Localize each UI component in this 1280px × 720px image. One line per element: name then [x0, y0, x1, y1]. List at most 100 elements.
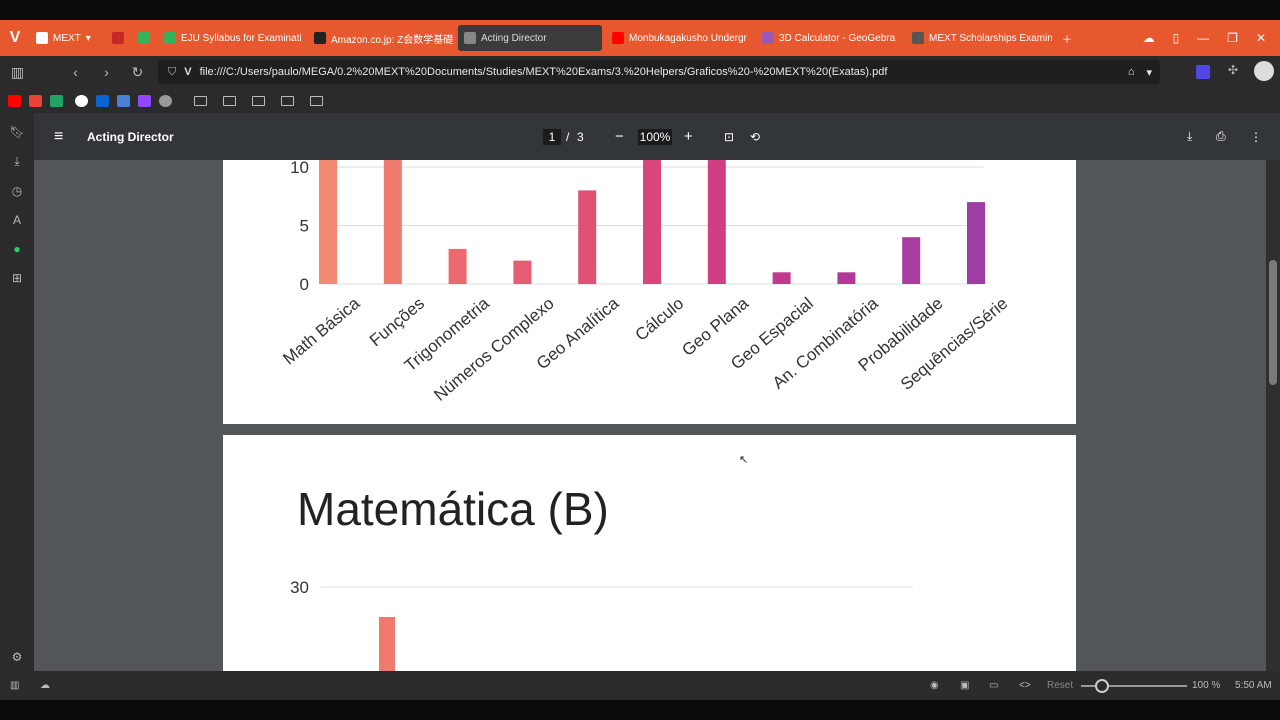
scrollbar-thumb[interactable] — [1269, 260, 1277, 385]
url-field[interactable]: ⛉ V file:///C:/Users/paulo/MEGA/0.2%20ME… — [158, 60, 1160, 84]
zoom-out-icon[interactable]: − — [615, 128, 624, 145]
fit-page-icon[interactable]: ⊡ — [724, 130, 734, 144]
pdf-title: Acting Director — [87, 129, 174, 144]
document-icon — [36, 32, 48, 44]
browser-tab[interactable]: EJU Syllabus for Examinati — [158, 25, 304, 51]
youtube-icon[interactable] — [8, 94, 21, 107]
image-icon[interactable]: ▣ — [960, 680, 969, 691]
reset-zoom-button[interactable]: Reset — [1047, 680, 1073, 691]
download-icon[interactable]: ⤓ — [1187, 129, 1192, 144]
folder-icon[interactable] — [310, 95, 323, 106]
x-tick-label: Funções — [366, 294, 428, 350]
pdf-toolbar: ≡ Acting Director 1 / 3 − 100% + ⊡ ⟲ ⤓ ⎙… — [34, 113, 1280, 160]
status-bar: ▥ ☁ ◉ ▣ ▭ <> Reset 100 % 5:50 AM — [0, 671, 1280, 700]
cloud-icon[interactable]: ☁ — [1143, 31, 1155, 45]
bar — [837, 272, 856, 284]
folder-icon[interactable] — [281, 95, 294, 106]
bar — [967, 202, 985, 284]
reload-icon[interactable]: ↻ — [122, 64, 153, 81]
avatar[interactable] — [1254, 61, 1274, 81]
vivaldi-icon: V — [184, 66, 192, 78]
shield-icon: ⛉ — [168, 65, 177, 78]
tab-mext-menu[interactable]: MEXT ▾ — [30, 25, 102, 51]
print-icon[interactable]: ⎙ — [1216, 129, 1226, 144]
bookmarks-panel-icon[interactable]: 🔖︎ — [9, 125, 24, 139]
code-icon[interactable]: <> — [1019, 680, 1031, 691]
panel-toggle-icon[interactable]: ▥ — [2, 64, 33, 81]
tab-label: Monbukagakusho Undergr — [629, 32, 747, 44]
browser-tab[interactable]: 3D Calculator - GeoGebra — [756, 25, 902, 51]
add-panel-icon[interactable]: ⊞ — [12, 271, 22, 285]
page-total: 3 — [577, 129, 584, 144]
gmail-icon[interactable] — [29, 94, 42, 107]
favicon-icon — [912, 32, 924, 44]
y-tick-label: 0 — [300, 275, 309, 294]
puzzle-icon[interactable]: ✣ — [1228, 63, 1238, 77]
menu-icon[interactable]: ≡ — [54, 128, 63, 146]
whatsapp-icon[interactable]: ● — [13, 242, 20, 256]
browser-tab[interactable]: MEXT Scholarships Examin — [906, 25, 1052, 51]
x-tick-label: Math Básica — [279, 293, 363, 368]
browser-tab[interactable] — [132, 25, 154, 51]
bar — [379, 617, 395, 671]
github-icon[interactable] — [75, 94, 88, 107]
downloads-panel-icon[interactable]: ⤓ — [14, 154, 19, 169]
browser-tab[interactable]: Monbukagakusho Undergr — [606, 25, 752, 51]
rotate-icon[interactable]: ⟲ — [750, 130, 760, 144]
window-icon[interactable]: ▭ — [989, 680, 998, 691]
settings-icon[interactable]: ⚙ — [12, 650, 23, 664]
browser-tab[interactable]: Acting Director — [458, 25, 602, 51]
bar-chart: 0510Math Básica FunçõesTrigonometriaNúmer… — [279, 160, 1011, 405]
mouse-cursor: ↖ — [739, 454, 749, 466]
drive-icon[interactable] — [50, 94, 63, 107]
pdf-viewer: 0 5 10 Math Básica Funções Trigonometria Númer… — [34, 160, 1266, 671]
favicon-icon — [314, 32, 326, 44]
folder-icon[interactable] — [194, 95, 207, 106]
more-icon[interactable]: ⋮ — [1250, 130, 1262, 144]
extension-icon[interactable] — [1196, 65, 1210, 82]
tab-label: Acting Director — [481, 32, 547, 44]
x-tick-label: Sequências/Série — [897, 294, 1011, 394]
back-icon[interactable]: ‹ — [60, 64, 91, 80]
page-separator: / — [566, 129, 570, 144]
vivaldi-menu-icon[interactable]: V — [0, 20, 30, 56]
bar — [707, 160, 726, 284]
capture-icon[interactable]: ◉ — [930, 680, 939, 691]
folder-icon[interactable] — [252, 95, 265, 106]
sync-icon[interactable]: ☁ — [40, 680, 50, 691]
translate-icon[interactable] — [117, 94, 130, 107]
new-tab-button[interactable]: ＋ — [1056, 25, 1078, 51]
browser-tab[interactable]: Amazon.co.jp: Z会数学基礎 — [308, 25, 454, 51]
x-tick-label: Números Complexo — [430, 294, 557, 405]
tab-label: EJU Syllabus for Examinati — [181, 32, 302, 44]
globe-icon[interactable] — [159, 94, 172, 107]
tab-label: 3D Calculator - GeoGebra — [779, 32, 896, 44]
panel-icon[interactable]: ▥ — [10, 680, 19, 691]
forward-icon[interactable]: › — [91, 64, 122, 80]
pdf-page-2: Matemática (B) 30 — [223, 435, 1076, 671]
chevron-down-icon: ▾ — [85, 32, 91, 44]
zoom-slider-handle[interactable] — [1095, 679, 1109, 693]
zoom-input[interactable]: 100% — [638, 128, 672, 145]
zoom-in-icon[interactable]: + — [684, 128, 693, 145]
history-panel-icon[interactable]: ◷ — [12, 184, 22, 198]
scrollbar[interactable] — [1266, 160, 1280, 671]
twitch-icon[interactable] — [138, 94, 151, 107]
chevron-down-icon[interactable]: ▾ — [1146, 66, 1152, 79]
restore-icon[interactable]: ❐ — [1227, 31, 1238, 45]
y-tick-label: 10 — [290, 160, 309, 177]
bar — [578, 190, 597, 284]
folder-icon[interactable] — [223, 95, 236, 106]
pdf-page-1: 0 5 10 Math Básica Funções Trigonometria Númer… — [223, 160, 1076, 424]
minimize-icon[interactable]: — — [1197, 31, 1209, 45]
browser-tab[interactable] — [106, 25, 128, 51]
bookmark-icon[interactable]: ⌂ — [1128, 66, 1135, 78]
address-bar: ▥ ‹ › ↻ ⛉ V file:///C:/Users/paulo/MEGA/… — [0, 56, 1280, 88]
trash-icon[interactable]: ▯ — [1173, 31, 1180, 45]
bar — [319, 160, 337, 284]
outlook-icon[interactable] — [96, 94, 109, 107]
translate-panel-icon[interactable]: A — [13, 213, 21, 227]
close-icon[interactable]: ✕ — [1256, 31, 1266, 45]
page-number-input[interactable]: 1 — [543, 128, 561, 145]
side-panel: 🔖︎ ⤓ ◷ A ● ⊞ ⚙ — [0, 113, 34, 673]
